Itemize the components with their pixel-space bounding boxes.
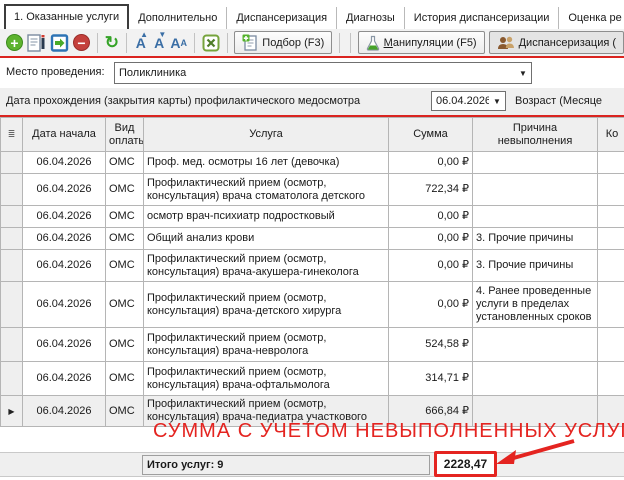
- podbor-button[interactable]: Подбор (F3): [234, 31, 332, 54]
- add-button[interactable]: +: [6, 32, 23, 54]
- table-row[interactable]: 06.04.2026 ОМС Проф. мед. осмотры 16 лет…: [1, 152, 624, 174]
- toolbar-separator: [126, 33, 127, 53]
- exam-date-value: 06.04.2026: [432, 95, 489, 107]
- dispensary-label: Диспансеризация (: [519, 37, 616, 49]
- edit-button[interactable]: [27, 32, 46, 54]
- flask-icon: [366, 35, 380, 51]
- tab-provided-services[interactable]: 1. Оказанные услуги: [4, 4, 129, 29]
- total-services-label: Итого услуг: 9: [147, 459, 223, 471]
- annotation-line-table: [0, 115, 624, 117]
- chevron-down-icon[interactable]: ▼: [515, 69, 531, 78]
- toolbar-separator: [194, 33, 195, 53]
- place-combobox[interactable]: Поликлиника ▼: [114, 62, 532, 84]
- total-services-panel: Итого услуг: 9: [142, 455, 430, 475]
- toolbar-separator: [350, 33, 351, 53]
- manipulations-button[interactable]: Манипуляции (F5): [358, 31, 485, 54]
- save-icon: [50, 34, 69, 52]
- font-size-button[interactable]: AA: [170, 32, 187, 54]
- column-header-service[interactable]: Услуга: [144, 118, 389, 152]
- table-row[interactable]: 06.04.2026 ОМС Общий анализ крови 0,00 ₽…: [1, 228, 624, 250]
- place-value: Поликлиника: [115, 67, 515, 79]
- exam-date-combobox[interactable]: 06.04.2026 ▼: [431, 91, 506, 111]
- font-decrease-button[interactable]: A▼: [152, 32, 166, 54]
- manipulations-label: Манипуляции (F5): [384, 37, 477, 49]
- tab-diagnoses[interactable]: Диагнозы: [337, 7, 405, 29]
- services-table: ≣ Дата начала Вид оплаты Услуга Сумма Пр…: [0, 117, 624, 427]
- grid-menu-icon[interactable]: ≣: [8, 129, 16, 139]
- toolbar-separator: [227, 33, 228, 53]
- add-icon: +: [6, 34, 23, 51]
- refresh-icon: ↻: [105, 33, 119, 53]
- total-sum-panel: 2228,47: [434, 451, 497, 477]
- column-header-code[interactable]: Ко: [598, 118, 624, 152]
- table-header-row: ≣ Дата начала Вид оплаты Услуга Сумма Пр…: [1, 118, 624, 152]
- tab-dispensary-history[interactable]: История диспансеризации: [405, 7, 560, 29]
- annotation-line-top: [0, 56, 624, 58]
- column-header-sum[interactable]: Сумма: [389, 118, 473, 152]
- toolbar-separator: [339, 33, 340, 53]
- table-row[interactable]: 06.04.2026 ОМС Профилактический прием (о…: [1, 250, 624, 282]
- edit-icon: [27, 34, 46, 52]
- save-button[interactable]: [50, 32, 69, 54]
- document-add-icon: [242, 34, 258, 51]
- exam-date-label: Дата прохождения (закрытия карты) профил…: [6, 95, 360, 107]
- annotation-arrow-icon: [494, 438, 580, 470]
- app-window: 1. Оказанные услуги Дополнительно Диспан…: [0, 0, 624, 480]
- exam-date-row: Дата прохождения (закрытия карты) профил…: [0, 88, 624, 115]
- column-header-reason[interactable]: Причина невыполнения: [473, 118, 598, 152]
- table-row[interactable]: 06.04.2026 ОМС Профилактический прием (о…: [1, 174, 624, 206]
- people-icon: [497, 35, 515, 51]
- excel-icon: [202, 34, 220, 52]
- tab-bar: 1. Оказанные услуги Дополнительно Диспан…: [0, 3, 624, 29]
- column-header-payment[interactable]: Вид оплаты: [106, 118, 144, 152]
- table-row[interactable]: 06.04.2026 ОМС Профилактический прием (о…: [1, 328, 624, 362]
- tab-score[interactable]: Оценка ре: [559, 7, 624, 29]
- table-row[interactable]: 06.04.2026 ОМС Профилактический прием (о…: [1, 282, 624, 328]
- refresh-button[interactable]: ↻: [105, 32, 119, 54]
- dispensary-button[interactable]: Диспансеризация (: [489, 31, 624, 54]
- table-row[interactable]: 06.04.2026 ОМС осмотр врач-психиатр подр…: [1, 206, 624, 228]
- font-size-icon: A: [170, 35, 180, 51]
- toolbar-separator: [97, 33, 98, 53]
- age-label: Возраст (Месяце: [515, 95, 602, 107]
- chevron-down-icon[interactable]: ▼: [489, 97, 505, 106]
- tab-dispensary[interactable]: Диспансеризация: [227, 7, 337, 29]
- column-header-date[interactable]: Дата начала: [23, 118, 106, 152]
- podbor-label: Подбор (F3): [262, 37, 324, 49]
- current-row-marker-icon: ▶: [1, 396, 23, 427]
- toolbar: + − ↻ A▲ A▼ AA: [0, 29, 624, 56]
- table-row[interactable]: 06.04.2026 ОМС Профилактический прием (о…: [1, 362, 624, 396]
- tab-additional[interactable]: Дополнительно: [129, 7, 227, 29]
- delete-button[interactable]: −: [73, 32, 90, 54]
- place-row: Место проведения: Поликлиника ▼: [0, 58, 624, 88]
- font-increase-button[interactable]: A▲: [134, 32, 148, 54]
- row-indicator-header: ≣: [1, 118, 23, 152]
- delete-icon: −: [73, 34, 90, 51]
- place-label: Место проведения:: [6, 66, 105, 78]
- excel-export-button[interactable]: [202, 32, 220, 54]
- total-sum-value: 2228,47: [444, 457, 487, 471]
